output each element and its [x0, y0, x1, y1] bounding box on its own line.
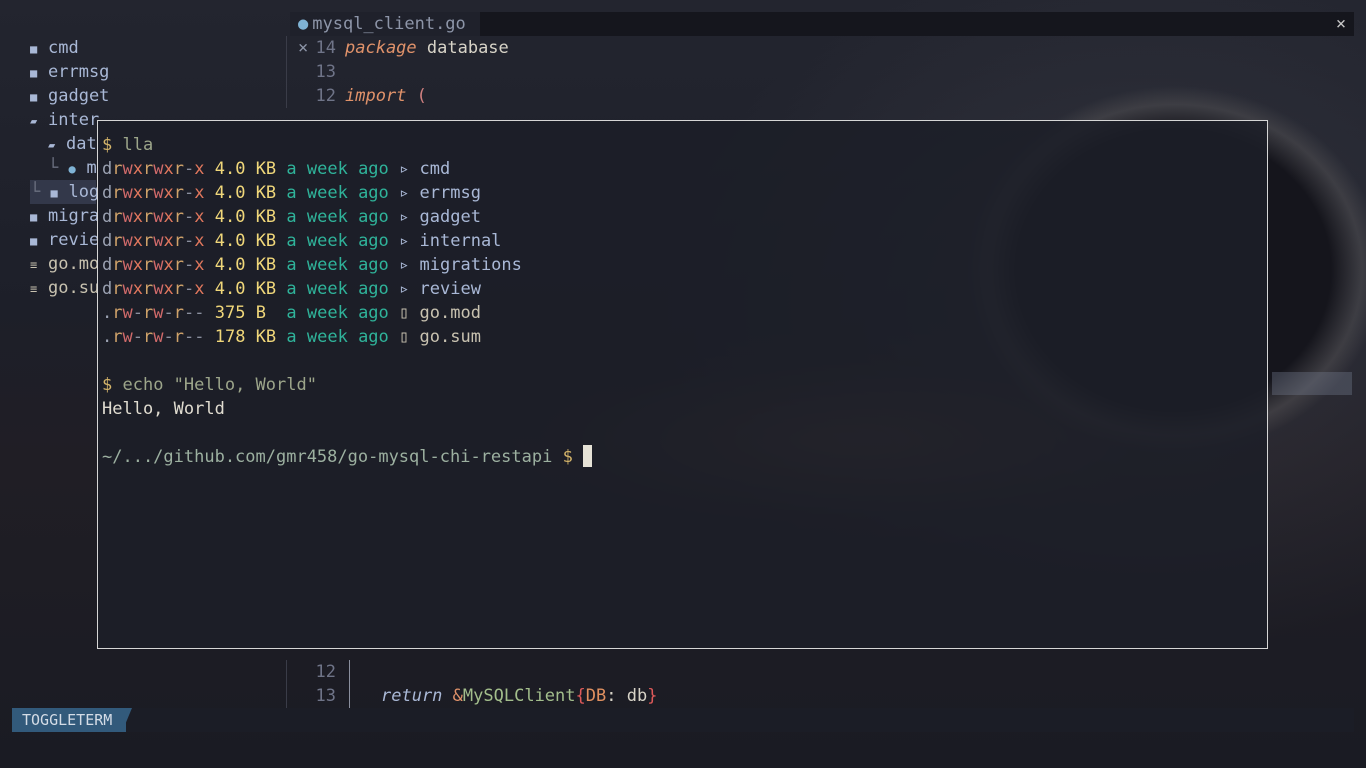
line-number: 12 [315, 86, 336, 106]
permissions: drwxrwxr-x [102, 159, 205, 179]
tree-item-cmd[interactable]: ■ cmd [30, 36, 79, 60]
entry-name: errmsg [419, 183, 481, 203]
folder-icon: ▹ [399, 231, 410, 251]
folder-icon: ▹ [399, 279, 410, 299]
file-size: 4.0 KB [214, 279, 277, 299]
tree-branch: └ [30, 182, 51, 202]
entry-name: internal [419, 231, 502, 251]
modified-time: a week ago [286, 279, 389, 299]
file-size: 4.0 KB [214, 207, 277, 227]
tree-branch: └ [48, 158, 69, 178]
folder-open-icon: ▰ [48, 138, 56, 152]
file-size: 4.0 KB [214, 255, 277, 275]
listing-row: drwxrwxr-x 4.0 KB a week ago ▹ gadget [102, 205, 481, 229]
permissions: .rw-rw-r-- [102, 327, 205, 347]
line-number: 13 [315, 686, 336, 706]
entry-name: go.mod [419, 303, 481, 323]
listing-row: drwxrwxr-x 4.0 KB a week ago ▹ migration… [102, 253, 522, 277]
permissions: drwxrwxr-x [102, 231, 205, 251]
file-size: 178 KB [214, 327, 277, 347]
modified-time: a week ago [286, 231, 389, 251]
line-number: 14 [315, 38, 336, 58]
mode-indicator-tail [122, 708, 132, 732]
tab-bar-fill [480, 12, 1328, 36]
entry-name: gadget [419, 207, 481, 227]
code-line[interactable]: return &MySQLClient{DB: db} [381, 684, 657, 708]
folder-closed-icon: ■ [30, 90, 38, 104]
folder-icon: ▹ [399, 255, 410, 275]
tree-item-go-sum[interactable]: ≡ go.su [30, 276, 99, 300]
line-number: 13 [315, 62, 336, 82]
tree-item-internal[interactable]: ▰ inter [30, 108, 99, 132]
terminal-cursor [583, 445, 593, 467]
folder-open-icon: ▰ [30, 114, 38, 128]
entry-name: migrations [419, 255, 522, 275]
permissions: .rw-rw-r-- [102, 303, 205, 323]
entry-name: go.sum [419, 327, 481, 347]
file-icon: ▯ [399, 327, 410, 347]
entry-name: cmd [419, 159, 451, 179]
listing-row: drwxrwxr-x 4.0 KB a week ago ▹ internal [102, 229, 501, 253]
file-icon: ▯ [399, 303, 410, 323]
listing-row: drwxrwxr-x 4.0 KB a week ago ▹ cmd [102, 157, 450, 181]
folder-closed-icon: ■ [30, 66, 38, 80]
tree-item-migrations[interactable]: ■ migra [30, 204, 99, 228]
tree-item-errmsg[interactable]: ■ errmsg [30, 60, 109, 84]
listing-row: .rw-rw-r-- 375 B a week ago ▯ go.mod [102, 301, 481, 325]
tab-mysql-client[interactable]: ● mysql_client.go × [290, 12, 480, 58]
folder-closed-icon: ■ [30, 42, 38, 56]
modified-time: a week ago [286, 303, 389, 323]
permissions: drwxrwxr-x [102, 207, 205, 227]
scrollbar-thumb[interactable] [1272, 372, 1352, 395]
entry-name: review [419, 279, 481, 299]
file-size: 4.0 KB [214, 183, 277, 203]
text-file-icon: ≡ [30, 258, 38, 272]
folder-icon: ▹ [399, 207, 410, 227]
folder-closed-icon: ■ [50, 186, 58, 200]
status-bar: TOGGLETERM [12, 708, 1354, 732]
tree-item-logger[interactable]: └ ■ log [30, 180, 99, 204]
text-file-icon: ≡ [30, 282, 38, 296]
tree-item-go-mod[interactable]: ≡ go.mo [30, 252, 99, 276]
listing-row: drwxrwxr-x 4.0 KB a week ago ▹ errmsg [102, 181, 481, 205]
go-file-icon: ● [68, 162, 76, 176]
modified-time: a week ago [286, 159, 389, 179]
file-size: 4.0 KB [214, 159, 277, 179]
folder-closed-icon: ■ [30, 234, 38, 248]
toggleterm-window[interactable]: $ lla drwxrwxr-x 4.0 KB a week ago ▹ cmd… [97, 120, 1268, 649]
tab-bar: ● mysql_client.go × × [290, 12, 1354, 58]
terminal-prompt-line[interactable]: ~/.../github.com/gmr458/go-mysql-chi-res… [102, 445, 593, 469]
code-line[interactable]: package database [345, 36, 509, 60]
terminal-command-line: $ echo "Hello, World" [102, 375, 317, 395]
terminal-command-line: $ lla [102, 135, 154, 155]
modified-time: a week ago [286, 183, 389, 203]
mode-indicator: TOGGLETERM [12, 708, 127, 732]
tree-item-gadget[interactable]: ■ gadget [30, 84, 109, 108]
permissions: drwxrwxr-x [102, 255, 205, 275]
tree-item-mysql-client[interactable]: └ ● m [48, 156, 97, 180]
folder-icon: ▹ [399, 183, 410, 203]
file-size: 4.0 KB [214, 231, 277, 251]
tree-item-database[interactable]: ▰ dat [48, 132, 97, 156]
listing-row: .rw-rw-r-- 178 KB a week ago ▯ go.sum [102, 325, 481, 349]
permissions: drwxrwxr-x [102, 279, 205, 299]
modified-time: a week ago [286, 255, 389, 275]
modified-time: a week ago [286, 207, 389, 227]
file-size: 375 B [214, 303, 277, 323]
line-number: 12 [315, 662, 336, 682]
indent-guide [349, 660, 350, 708]
tree-item-review[interactable]: ■ revie [30, 228, 99, 252]
folder-icon: ▹ [399, 159, 410, 179]
go-file-icon: ● [298, 14, 309, 34]
permissions: drwxrwxr-x [102, 183, 205, 203]
code-line[interactable]: import ( [345, 84, 427, 108]
terminal-output: Hello, World [102, 399, 225, 419]
folder-closed-icon: ■ [30, 210, 38, 224]
listing-row: drwxrwxr-x 4.0 KB a week ago ▹ review [102, 277, 481, 301]
modified-time: a week ago [286, 327, 389, 347]
window-close-icon[interactable]: × [1328, 12, 1354, 36]
